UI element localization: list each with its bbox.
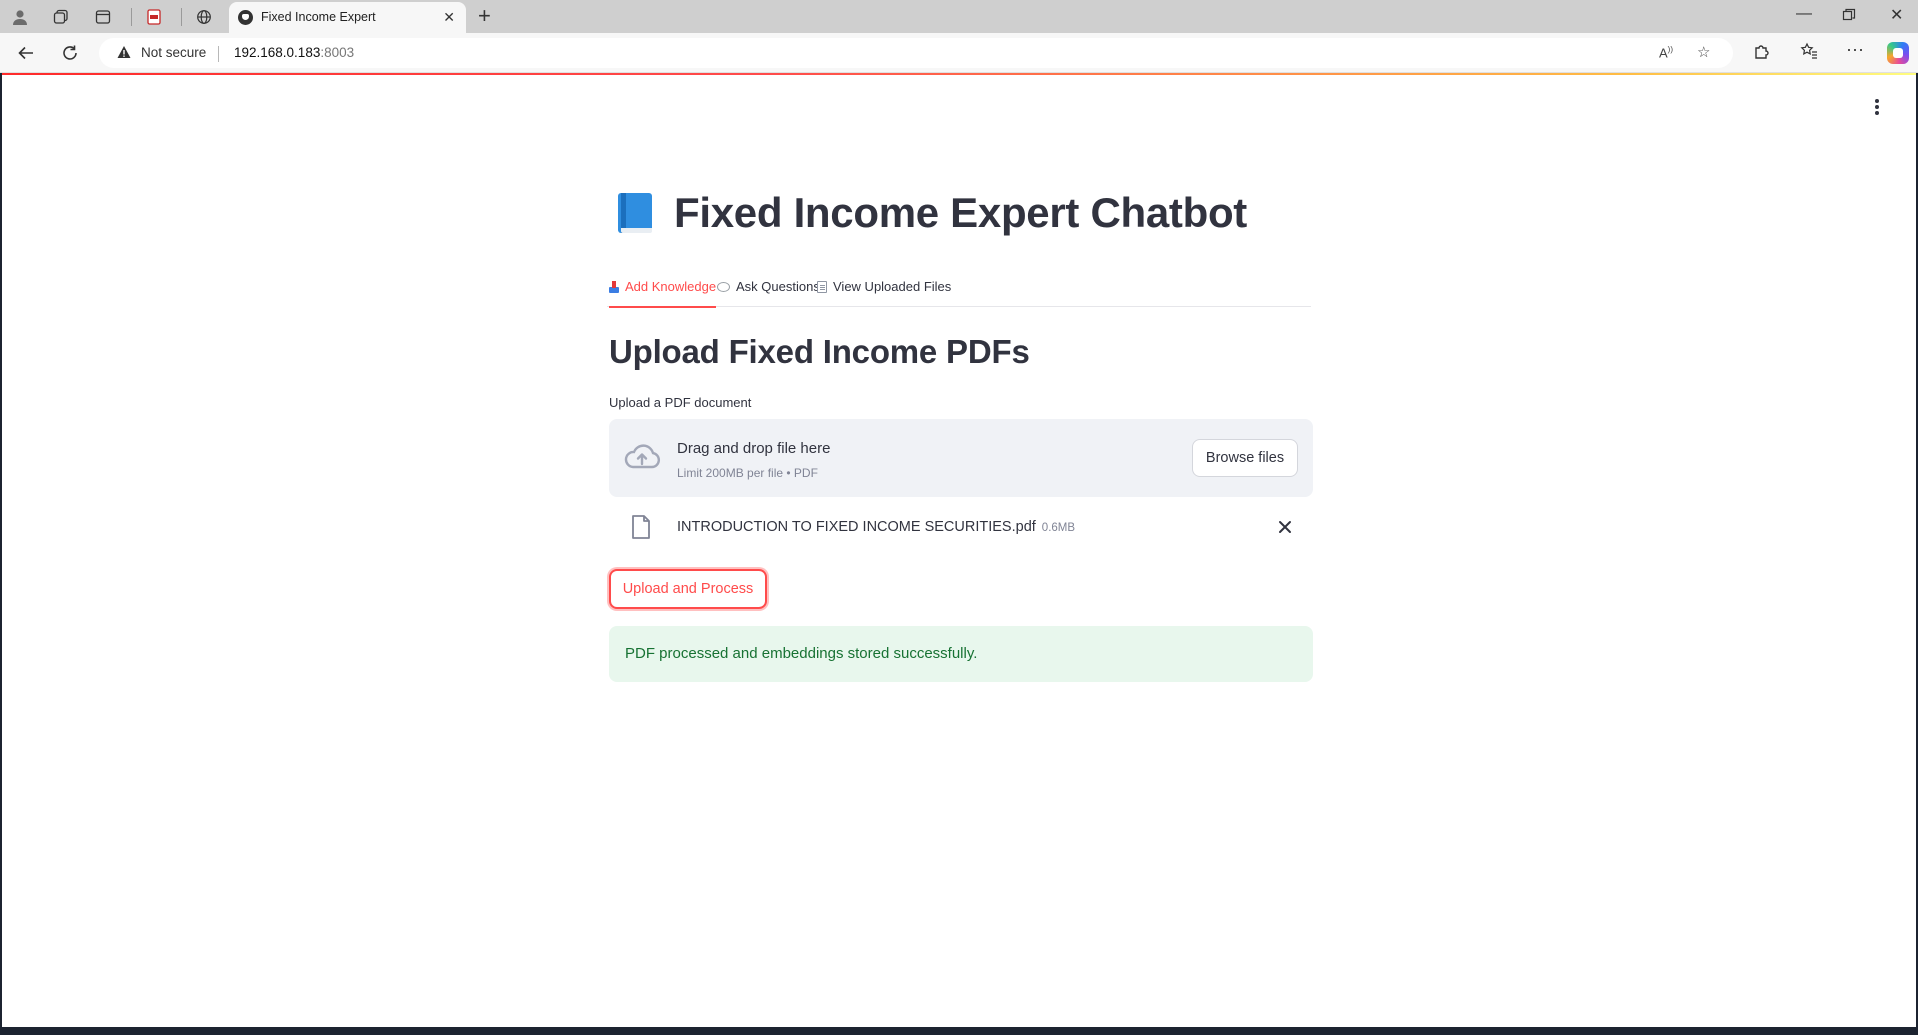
dropzone-limit: Limit 200MB per file • PDF [677, 466, 818, 480]
tab-view-uploaded-files[interactable]: View Uploaded Files [817, 266, 951, 307]
main-menu-icon[interactable] [1872, 99, 1882, 119]
browser-tab-title: Fixed Income Expert [261, 10, 376, 24]
dropzone-instructions: Drag and drop file here [677, 440, 831, 457]
refresh-icon[interactable] [58, 41, 82, 65]
workspaces-icon[interactable] [51, 7, 71, 27]
file-icon [632, 515, 650, 539]
tab-add-knowledge[interactable]: Add Knowledge [609, 266, 717, 308]
taskbar-edge [0, 1027, 1918, 1035]
success-message: PDF processed and embeddings stored succ… [625, 645, 978, 662]
remove-file-icon[interactable] [1275, 517, 1295, 537]
tab-label: Ask Questions [736, 279, 820, 294]
url-separator [218, 46, 219, 62]
new-tab-button[interactable]: + [478, 3, 491, 29]
tab-label: View Uploaded Files [833, 279, 952, 294]
url-text[interactable]: 192.168.0.183:8003 [234, 45, 354, 60]
restore-icon[interactable] [1842, 5, 1856, 27]
warning-icon[interactable] [117, 45, 131, 59]
pdf-tab-icon[interactable] [144, 7, 164, 27]
site-favicon-icon [238, 10, 253, 25]
inbox-tray-icon [609, 280, 619, 293]
profile-icon[interactable] [10, 7, 30, 27]
active-browser-tab[interactable]: Fixed Income Expert ✕ [229, 2, 466, 33]
tab-label: Add Knowledge [625, 279, 717, 294]
url-host: 192.168.0.183 [234, 45, 321, 60]
tab-separator [181, 8, 182, 26]
security-label[interactable]: Not secure [141, 45, 206, 60]
file-name-text: INTRODUCTION TO FIXED INCOME SECURITIES.… [677, 519, 1036, 535]
upload-label: Upload a PDF document [609, 395, 752, 410]
section-heading: Upload Fixed Income PDFs [609, 333, 1030, 370]
close-window-icon[interactable]: ✕ [1890, 5, 1903, 25]
url-port: :8003 [320, 45, 355, 60]
extensions-icon[interactable] [1753, 42, 1771, 65]
favorite-star-icon[interactable]: ☆ [1697, 43, 1710, 61]
minimize-icon[interactable]: — [1796, 5, 1812, 23]
file-name: INTRODUCTION TO FIXED INCOME SECURITIES.… [677, 519, 1075, 535]
copilot-icon[interactable] [1887, 42, 1909, 64]
tab-separator [131, 8, 132, 26]
page-title-row: Fixed Income Expert Chatbot [618, 189, 1247, 237]
close-tab-icon[interactable]: ✕ [443, 9, 455, 26]
favorites-icon[interactable] [1800, 42, 1818, 65]
read-aloud-icon[interactable]: A)) [1659, 45, 1673, 60]
browser-tab-strip: Fixed Income Expert ✕ + — ✕ [0, 0, 1918, 33]
success-alert: PDF processed and embeddings stored succ… [609, 626, 1313, 682]
header-decoration [2, 73, 1916, 75]
document-icon [817, 280, 827, 293]
blue-book-icon [618, 193, 652, 233]
upload-and-process-button[interactable]: Upload and Process [609, 569, 767, 609]
browse-files-button[interactable]: Browse files [1192, 439, 1298, 477]
tab-ask-questions[interactable]: Ask Questions [717, 266, 820, 307]
globe-icon[interactable] [194, 7, 214, 27]
cloud-upload-icon [624, 444, 661, 469]
more-options-icon[interactable]: ··· [1846, 39, 1864, 60]
app-page: Fixed Income Expert Chatbot Add Knowledg… [2, 73, 1916, 1027]
file-dropzone[interactable]: Drag and drop file here Limit 200MB per … [609, 419, 1313, 497]
tab-list: Add Knowledge Ask Questions View Uploade… [607, 266, 1311, 308]
file-size: 0.6MB [1041, 522, 1076, 534]
speech-bubble-icon [717, 281, 730, 292]
tab-actions-icon[interactable] [93, 7, 113, 27]
uploaded-file-item: INTRODUCTION TO FIXED INCOME SECURITIES.… [609, 505, 1313, 553]
back-icon[interactable] [14, 41, 38, 65]
browser-toolbar: Not secure 192.168.0.183:8003 A)) ☆ ··· [0, 33, 1918, 73]
page-title: Fixed Income Expert Chatbot [674, 189, 1247, 236]
address-bar[interactable]: Not secure 192.168.0.183:8003 A)) ☆ [99, 38, 1733, 68]
